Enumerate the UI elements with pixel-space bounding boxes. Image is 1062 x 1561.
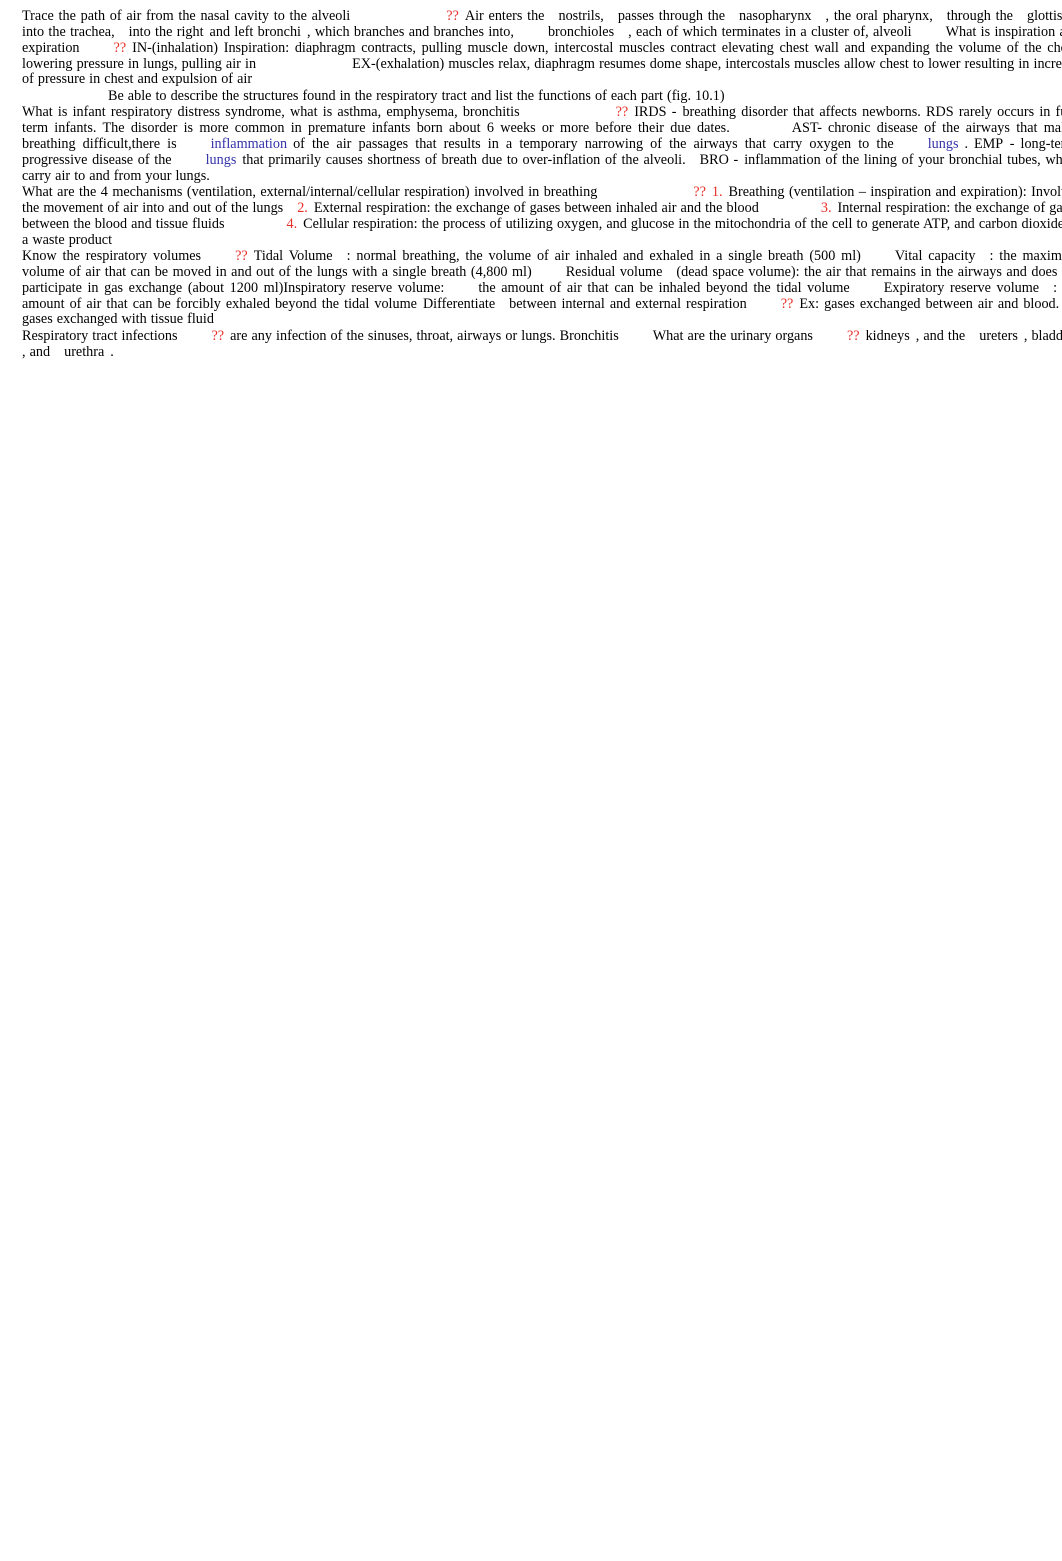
label-expiratory-reserve-volume: Expiratory reserve volume bbox=[883, 279, 1040, 296]
answer-text-q1-c: , the oral pharynx, bbox=[825, 9, 933, 24]
question-label-q9: What are the urinary organs bbox=[652, 327, 813, 344]
answer-marker-q1: ?? bbox=[446, 9, 459, 24]
term-nasopharynx: nasopharynx bbox=[739, 9, 812, 24]
paragraph-respiratory-tract-structures: Be able to describe the structures found… bbox=[22, 87, 1062, 105]
answer-text-q1-e: into the trachea, bbox=[22, 23, 115, 40]
question-label-q6: Know the respiratory volumes bbox=[22, 248, 202, 265]
answer-marker-q2: ?? bbox=[113, 39, 127, 56]
answer-text-q1-i: , each of which terminates in a cluster … bbox=[628, 23, 912, 40]
term-ureters: ureters bbox=[979, 327, 1018, 344]
list-number-1: 1. bbox=[711, 184, 723, 201]
answer-text-q9-b: , and the bbox=[915, 327, 966, 344]
question-label-q7-a: Differentiate bbox=[422, 295, 496, 312]
paragraph-path-of-air: Trace the path of air from the nasal cav… bbox=[22, 9, 1062, 88]
list-item-2-text: External respiration: the exchange of ga… bbox=[313, 199, 759, 216]
answer-marker-q4: ?? bbox=[615, 104, 629, 121]
answer-text-q1-d: through the bbox=[946, 9, 1013, 24]
link-lungs-asthma[interactable]: lungs bbox=[928, 136, 959, 152]
answer-text-q1-b: passes through the bbox=[617, 9, 726, 24]
label-ast: AST- bbox=[791, 120, 822, 137]
link-lungs-emphysema[interactable]: lungs bbox=[206, 152, 237, 168]
definition-tidal-volume: : normal breathing, the volume of air in… bbox=[346, 248, 861, 265]
term-glottis: glottis, bbox=[1026, 9, 1062, 24]
answer-marker-q7: ?? bbox=[780, 295, 794, 312]
document-page: Trace the path of air from the nasal cav… bbox=[0, 0, 1062, 1561]
answer-marker-q8: ?? bbox=[211, 327, 225, 344]
answer-text-q1-g: and left bronchi bbox=[209, 23, 301, 40]
answer-text-q9-e: . bbox=[110, 343, 114, 360]
list-number-2: 2. bbox=[297, 199, 308, 216]
question-label-q3: Be able to describe the structures found… bbox=[108, 87, 725, 104]
definition-ast-c: . bbox=[964, 135, 969, 152]
answer-marker-q6: ?? bbox=[235, 248, 248, 265]
label-tidal-volume: Tidal Volume bbox=[253, 248, 333, 265]
term-nostrils: nostrils, bbox=[558, 9, 604, 24]
paragraph-respiratory-volumes: Know the respiratory volumes?? Tidal Volu… bbox=[22, 248, 1062, 328]
list-number-3: 3. bbox=[820, 199, 832, 216]
definition-emp-b: that primarily causes shortness of breat… bbox=[242, 151, 686, 168]
answer-text-q9-d: , and bbox=[22, 343, 51, 360]
question-label-q5: What are the 4 mechanisms (ventilation, … bbox=[22, 184, 598, 201]
label-inspiratory-reserve-volume: Inspiratory reserve volume: bbox=[283, 279, 445, 296]
label-vital-capacity: Vital capacity bbox=[894, 248, 976, 265]
term-urethra: urethra bbox=[64, 343, 105, 360]
answer-text-q8: are any infection of the sinuses, throat… bbox=[230, 327, 619, 344]
answer-text-q9-c: , bladder bbox=[1023, 327, 1062, 344]
definition-inspiratory-reserve-volume: the amount of air that can be inhaled be… bbox=[478, 279, 850, 296]
label-bro: BRO - bbox=[699, 151, 739, 168]
label-irds: IRDS - bbox=[634, 104, 677, 121]
answer-text-q1-h: , which branches and branches into, bbox=[307, 23, 514, 40]
term-kidneys: kidneys bbox=[865, 327, 910, 344]
link-inflammation[interactable]: inflammation bbox=[211, 136, 287, 152]
label-residual-volume: Residual volume bbox=[565, 263, 663, 280]
paragraph-respiratory-infections-urinary-organs: Respiratory tract infections?? are any in… bbox=[22, 327, 1062, 361]
answer-marker-q9: ?? bbox=[846, 327, 860, 344]
question-label-q8: Respiratory tract infections bbox=[22, 327, 178, 344]
answer-marker-q5: ?? bbox=[693, 184, 706, 201]
list-number-4: 4. bbox=[286, 215, 298, 232]
document-body: Trace the path of air from the nasal cav… bbox=[0, 9, 1062, 361]
question-label-q4: What is infant respiratory distress synd… bbox=[22, 104, 520, 121]
term-bronchioles: bronchioles bbox=[547, 23, 615, 40]
label-emp: EMP - bbox=[974, 135, 1015, 152]
question-label-q7-b: between internal and external respiratio… bbox=[509, 295, 747, 312]
paragraph-irds-asthma-emphysema-bronchitis: What is infant respiratory distress synd… bbox=[22, 104, 1062, 184]
answer-text-q1-f: into the right bbox=[128, 23, 204, 40]
answer-text-q1-a: Air enters the bbox=[464, 9, 545, 24]
paragraph-four-mechanisms: What are the 4 mechanisms (ventilation, … bbox=[22, 184, 1062, 248]
question-label-q1: Trace the path of air from the nasal cav… bbox=[22, 9, 351, 24]
definition-ast-b: of the air passages that results in a te… bbox=[293, 135, 894, 152]
